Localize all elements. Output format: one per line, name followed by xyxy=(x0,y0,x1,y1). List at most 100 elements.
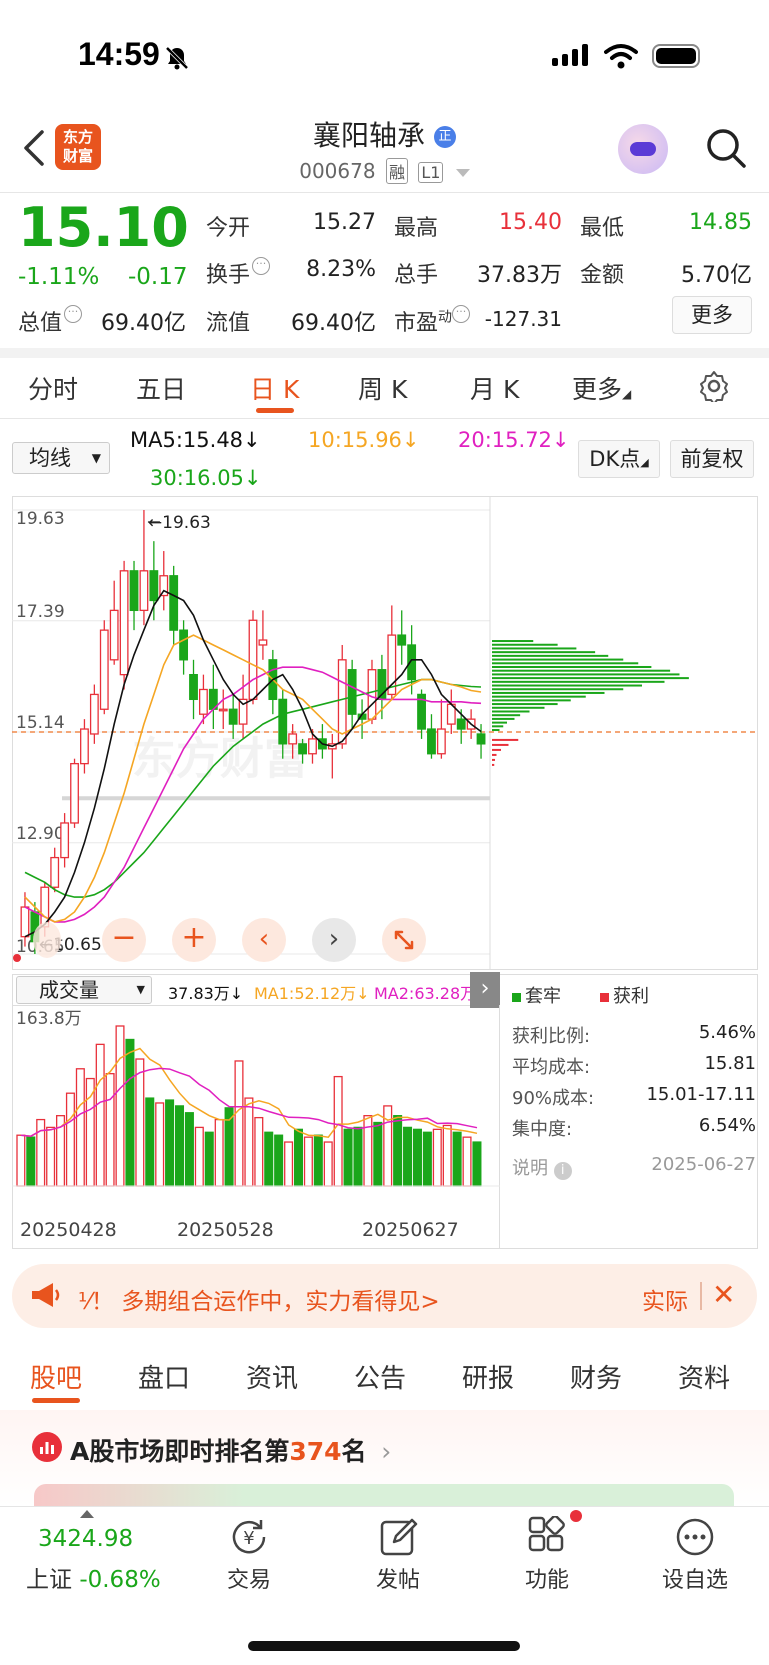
tab-news[interactable]: 资讯 xyxy=(246,1358,298,1395)
tab-orderbook[interactable]: 盘口 xyxy=(138,1358,190,1395)
tab-announcements[interactable]: 公告 xyxy=(354,1358,406,1395)
section-separator xyxy=(0,348,769,358)
high-value: 15.40 xyxy=(499,210,562,235)
nav-functions[interactable]: 功能 xyxy=(497,1562,597,1594)
rank-chart-icon xyxy=(32,1432,62,1462)
chip-bar-trapped xyxy=(492,665,652,668)
chip-bar-trapped xyxy=(492,710,530,713)
avg-cost-value: 15.81 xyxy=(704,1053,756,1074)
candle-body xyxy=(347,669,357,715)
forward-adjust-button[interactable]: 前复权 xyxy=(670,440,754,478)
volume-bar xyxy=(353,1126,363,1187)
tab-research[interactable]: 研报 xyxy=(462,1358,514,1395)
nav-add-watchlist[interactable]: 设自选 xyxy=(645,1562,745,1594)
tab-monthly-k[interactable]: 月 K xyxy=(470,370,519,406)
explain-link[interactable]: 说明 i xyxy=(512,1154,572,1180)
pe-value: -127.31 xyxy=(484,307,562,331)
chip-bar-trapped xyxy=(492,684,642,687)
chip-bar-profit xyxy=(492,753,497,756)
volume-chart[interactable]: 163.8万 20250428 20250528 20250627 xyxy=(12,1006,500,1249)
nav-post[interactable]: 发帖 xyxy=(348,1562,448,1594)
volume-bar xyxy=(36,1118,46,1187)
mcap-value: 69.40亿 xyxy=(101,311,186,336)
zoom-out-button[interactable]: − xyxy=(102,918,146,962)
volume-bar xyxy=(412,1128,422,1187)
expand-panel-button[interactable]: › xyxy=(470,972,500,1008)
volume-bar xyxy=(472,1141,482,1187)
volume-bar xyxy=(343,1128,353,1187)
x-tick-label: 20250528 xyxy=(177,1219,274,1241)
banner-action[interactable]: 实际 xyxy=(642,1282,688,1316)
post-icon[interactable] xyxy=(378,1516,420,1558)
rank-text[interactable]: A股市场即时排名第374名 › xyxy=(70,1432,391,1468)
level-tag: L1 xyxy=(418,162,444,183)
volume-bar xyxy=(284,1141,294,1187)
index-info[interactable]: 上证 -0.68% xyxy=(26,1560,161,1594)
banner-text[interactable]: ⅟！ 多期组合运作中，实力看得见> xyxy=(78,1282,440,1316)
scroll-right-button[interactable]: › xyxy=(312,918,356,962)
more-dots-icon[interactable] xyxy=(674,1516,716,1558)
chip-bar-trapped xyxy=(492,647,577,650)
volume-ma1: MA1:52.12万↓ xyxy=(254,984,370,1003)
profit-ratio-label: 获利比例: xyxy=(512,1026,591,1047)
chip-bar-trapped xyxy=(492,688,624,691)
volume-bar xyxy=(442,1124,452,1187)
chip-bar-profit xyxy=(492,748,501,751)
volume-bar xyxy=(155,1102,165,1187)
close-icon[interactable]: ✕ xyxy=(712,1278,735,1311)
legend-profit: 获利 xyxy=(600,982,649,1008)
nav-trade[interactable]: 交易 xyxy=(199,1562,299,1594)
chip-bar-trapped xyxy=(492,721,507,724)
gear-icon[interactable] xyxy=(698,370,730,405)
chip-bar-trapped xyxy=(492,714,521,717)
tab-more[interactable]: 更多◢ xyxy=(572,370,631,406)
open-label: 今开 xyxy=(206,216,251,241)
dropdown-icon xyxy=(455,168,470,177)
scroll-start-button[interactable] xyxy=(33,922,61,958)
collapse-arrow-icon[interactable] xyxy=(80,1510,94,1518)
low-label: 最低 xyxy=(580,216,625,241)
volume-indicator-selector[interactable]: 成交量 ▼ xyxy=(16,976,152,1004)
chip-bar-trapped xyxy=(492,717,515,720)
tab-profile[interactable]: 资料 xyxy=(678,1358,730,1395)
volume-bar xyxy=(303,1136,313,1187)
y-tick-label: 15.14 xyxy=(16,713,65,733)
trade-icon[interactable]: ¥ xyxy=(228,1516,270,1558)
more-quote-button[interactable]: 更多 xyxy=(672,296,752,334)
volume-bar xyxy=(46,1126,56,1187)
candle-body xyxy=(436,728,446,755)
tab-daily-k[interactable]: 日 K xyxy=(250,370,299,406)
chip-bar-profit xyxy=(492,738,519,741)
tab-weekly-k[interactable]: 周 K xyxy=(358,370,407,406)
volume-bar xyxy=(26,1136,36,1187)
volume-bar xyxy=(125,1038,135,1187)
tab-forum[interactable]: 股吧 xyxy=(30,1358,82,1395)
scroll-left-button[interactable]: ‹ xyxy=(242,918,286,962)
volume-bar xyxy=(244,1097,254,1187)
status-time: 14:59 xyxy=(78,36,160,72)
index-value[interactable]: 3424.98 xyxy=(38,1526,133,1552)
tab-intraday[interactable]: 分时 xyxy=(28,370,78,406)
candle-body xyxy=(218,708,228,712)
legend-trapped: 套牢 xyxy=(512,982,561,1008)
amount-label: 金额 xyxy=(580,263,625,288)
assistant-robot-icon[interactable] xyxy=(618,124,668,174)
indicator-selector[interactable]: 均线 ▼ xyxy=(12,442,110,474)
battery-icon xyxy=(652,44,700,68)
kline-chart[interactable]: 19.6317.3915.1412.9010.65东方财富←19.63←10.6… xyxy=(12,496,758,970)
tab-finance[interactable]: 财务 xyxy=(570,1358,622,1395)
dk-point-button[interactable]: DK点◢ xyxy=(578,440,660,478)
ma5-value: MA5:15.48↓ xyxy=(130,428,261,452)
fullscreen-icon[interactable] xyxy=(382,918,426,962)
functions-icon[interactable] xyxy=(526,1515,568,1558)
volume-max-label: 163.8万 xyxy=(16,1009,82,1029)
zoom-in-button[interactable]: + xyxy=(172,918,216,962)
cost-90-label: 90%成本: xyxy=(512,1088,595,1109)
candle-body xyxy=(179,629,189,661)
volume-current: 37.83万↓ xyxy=(168,984,244,1003)
tab-five-day[interactable]: 五日 xyxy=(136,370,186,406)
candle-body xyxy=(337,659,347,745)
candle-body xyxy=(70,762,79,824)
active-tab-indicator xyxy=(256,408,294,413)
search-icon[interactable] xyxy=(704,126,748,170)
